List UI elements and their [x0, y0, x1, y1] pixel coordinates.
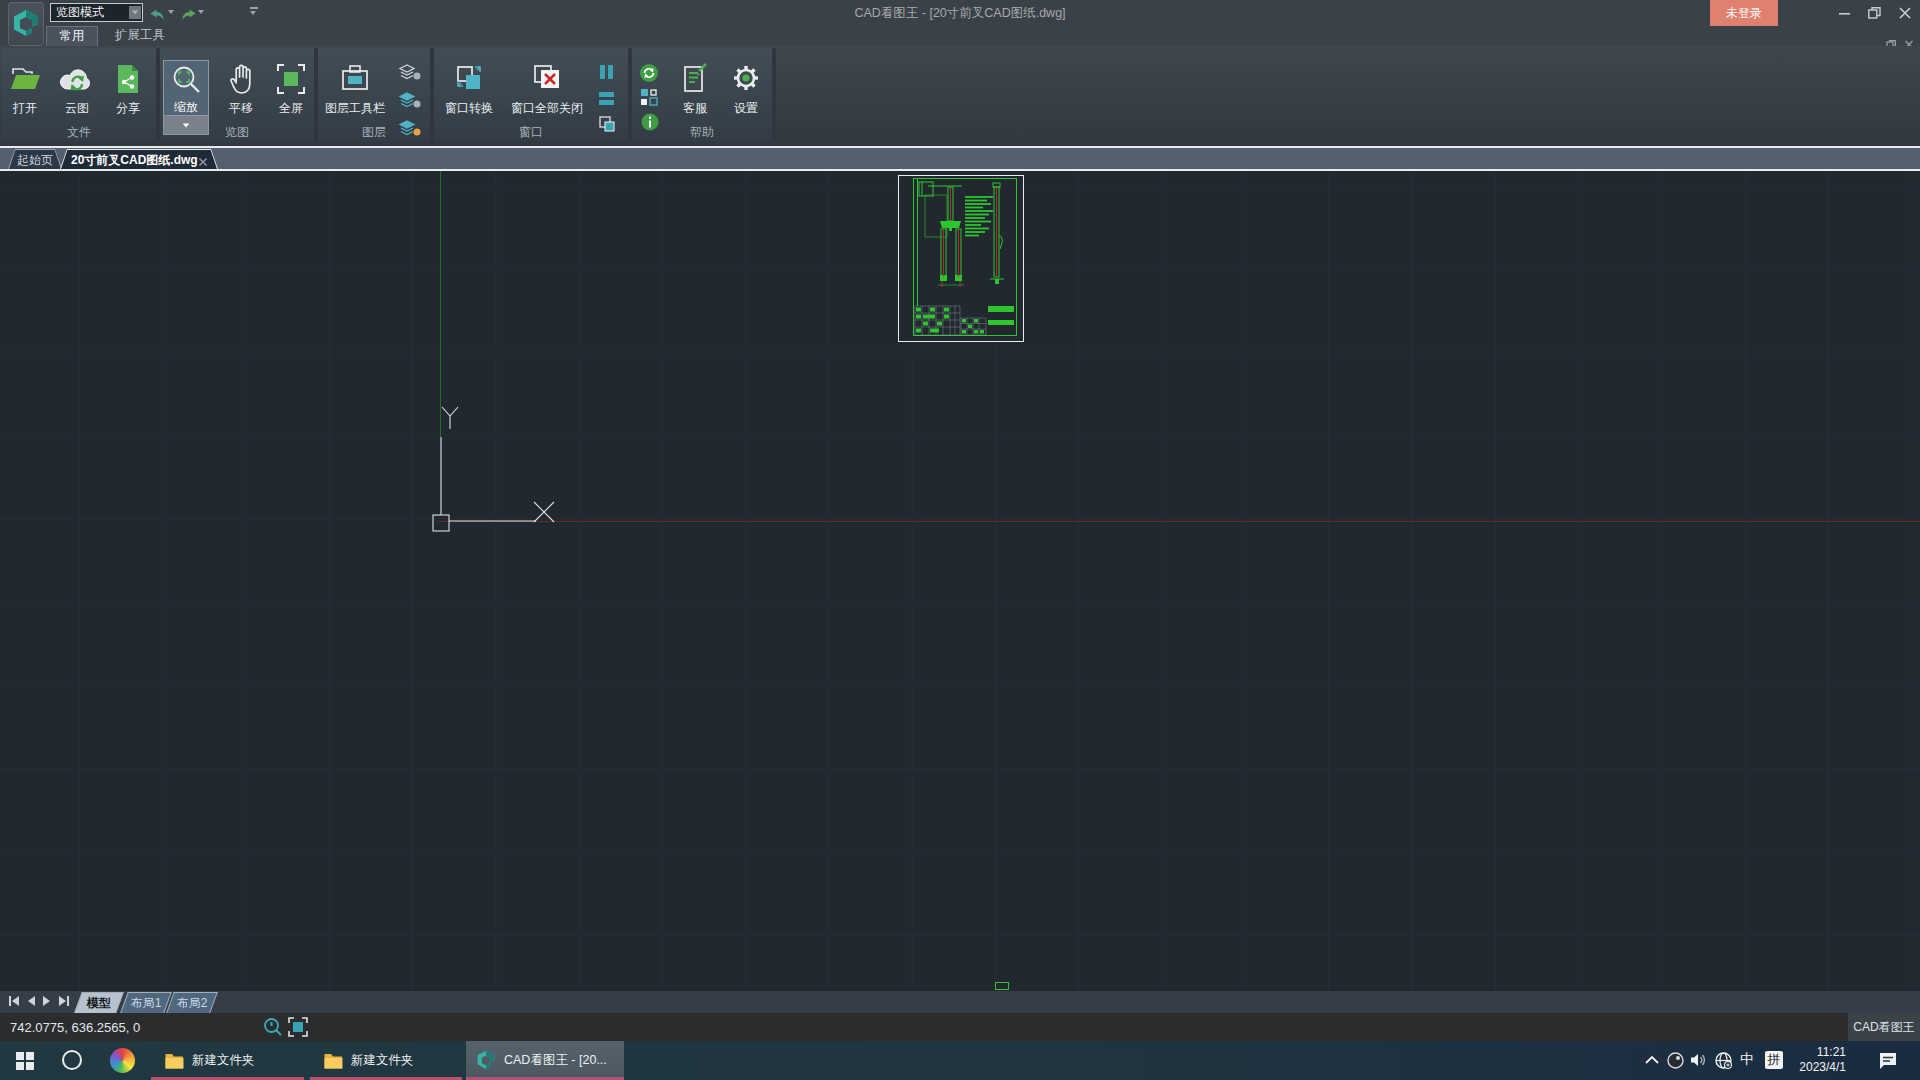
restore-button[interactable] — [1860, 0, 1889, 26]
layer-states-icon[interactable] — [398, 62, 422, 86]
tray-network-icon[interactable] — [1715, 1052, 1732, 1069]
window-close-all-icon — [503, 62, 591, 96]
tray-volume-icon[interactable] — [1690, 1052, 1708, 1068]
close-button[interactable] — [1890, 0, 1919, 26]
layout-nav — [8, 994, 70, 1008]
ribbon-group-view: 缩放 平移 全屏 览图 — [160, 48, 314, 142]
nav-last-icon[interactable] — [58, 994, 70, 1008]
ribbon-tab-extended[interactable]: 扩展工具 — [104, 26, 176, 46]
app-logo[interactable] — [8, 2, 44, 46]
ime-language-indicator[interactable]: 中 — [1740, 1051, 1754, 1069]
layout-tab-model[interactable]: 模型 — [74, 992, 124, 1013]
ribbon-group-view-label: 览图 — [160, 124, 314, 141]
share-icon — [106, 62, 150, 96]
pan-hand-icon — [219, 62, 263, 96]
ucs-axis-marker — [400, 390, 570, 540]
nav-first-icon[interactable] — [8, 994, 20, 1008]
ribbon: 打开 云图 分享 文件 缩放 — [0, 46, 1920, 146]
layout-tab-bar: 模型 布局1 布局2 — [0, 991, 1920, 1013]
status-app-label: CAD看图王 — [1848, 1013, 1920, 1041]
doc-tab-drawing[interactable]: 20寸前叉CAD图纸.dwg — [60, 149, 218, 169]
app-title: CAD看图王 - [20寸前叉CAD图纸.dwg] — [0, 5, 1920, 22]
tray-app-icon[interactable] — [1667, 1052, 1684, 1069]
taskbar-folder1-button[interactable]: 新建文件夹 — [151, 1041, 304, 1080]
cloud-button[interactable]: 云图 — [55, 48, 99, 118]
fullscreen-icon — [269, 62, 313, 96]
check-update-icon[interactable] — [639, 63, 659, 87]
minimize-button[interactable] — [1830, 0, 1859, 26]
drawing-canvas[interactable] — [0, 171, 1920, 991]
zoom-icon — [164, 63, 208, 97]
ribbon-group-help: 客服 设置 帮助 — [632, 48, 772, 142]
ribbon-tab-common[interactable]: 常用 — [46, 26, 98, 46]
document-tab-bar: 起始页 20寸前叉CAD图纸.dwg — [0, 148, 1920, 169]
customer-service-button[interactable]: 客服 — [673, 48, 717, 118]
layer-toolbar-icon — [321, 62, 389, 96]
clock-time[interactable]: 11:21 — [1800, 1045, 1846, 1059]
ime-mode-indicator[interactable]: 拼 — [1765, 1051, 1783, 1069]
status-bar: 742.0775, 636.2565, 0 CAD看图王 — [0, 1013, 1920, 1041]
zoom-button[interactable]: 缩放 — [163, 60, 209, 134]
clock-date[interactable]: 2023/4/1 — [1790, 1060, 1846, 1074]
customer-service-icon — [673, 62, 717, 96]
ribbon-group-file-label: 文件 — [2, 124, 156, 141]
layout-tab-2[interactable]: 布局2 — [166, 992, 218, 1013]
ribbon-group-file: 打开 云图 分享 文件 — [2, 48, 156, 142]
zoom-tool-icon[interactable] — [263, 1017, 283, 1041]
folder-icon — [165, 1053, 184, 1069]
red-construction-line — [437, 521, 1920, 522]
layout-tab-1[interactable]: 布局1 — [120, 992, 172, 1013]
window-switch-button[interactable]: 窗口转换 — [437, 48, 501, 118]
start-button[interactable] — [16, 1052, 34, 1074]
settings-gear-icon — [724, 62, 768, 96]
nav-prev-icon[interactable] — [26, 994, 36, 1008]
ribbon-group-layer: 图层工具栏 图层 — [318, 48, 430, 142]
window-close-all-button[interactable]: 窗口全部关闭 — [503, 48, 591, 118]
ribbon-group-window: 窗口转换 窗口全部关闭 窗口 — [434, 48, 628, 142]
tile-vertical-icon[interactable] — [598, 64, 616, 84]
taskbar: 新建文件夹 新建文件夹 CAD看图王 - [20... — [0, 1041, 1920, 1080]
window-switch-icon — [437, 62, 501, 96]
title-bar: 览图模式 CAD看图王 - [20寸前叉CAD图纸.dwg] 未登录 — [0, 0, 1920, 26]
layer-properties-icon[interactable] — [398, 90, 422, 114]
cad-logo-icon — [12, 9, 40, 39]
doc-tab-start[interactable]: 起始页 — [8, 149, 62, 169]
taskbar-folder2-button[interactable]: 新建文件夹 — [310, 1041, 462, 1080]
selection-marker — [995, 982, 1009, 990]
notification-icon[interactable] — [1878, 1052, 1898, 1070]
ribbon-group-window-label: 窗口 — [434, 124, 628, 141]
drawing-preview — [898, 175, 1024, 342]
fit-view-icon[interactable] — [288, 1017, 308, 1041]
folder-icon — [324, 1053, 343, 1069]
share-button[interactable]: 分享 — [106, 48, 150, 118]
ribbon-tab-row: 常用 扩展工具 — [0, 26, 1920, 46]
fullscreen-button[interactable]: 全屏 — [269, 48, 313, 118]
open-folder-icon — [3, 62, 47, 96]
ribbon-group-help-label: 帮助 — [632, 124, 772, 141]
modules-icon[interactable] — [640, 88, 658, 110]
tile-horizontal-icon[interactable] — [598, 90, 616, 110]
tray-expand-icon[interactable] — [1645, 1055, 1659, 1065]
cloud-icon — [55, 62, 99, 96]
settings-button[interactable]: 设置 — [724, 48, 768, 118]
search-button[interactable] — [62, 1050, 82, 1070]
coordinates-display: 742.0775, 636.2565, 0 — [10, 1020, 140, 1035]
pan-button[interactable]: 平移 — [219, 48, 263, 118]
login-button[interactable]: 未登录 — [1710, 0, 1778, 26]
nav-next-icon[interactable] — [42, 994, 52, 1008]
taskbar-cad-button[interactable]: CAD看图王 - [20... — [466, 1041, 624, 1080]
browser-taskbar-icon[interactable] — [110, 1048, 135, 1073]
ribbon-group-layer-label: 图层 — [318, 124, 430, 141]
cad-logo-icon — [476, 1050, 496, 1071]
open-button[interactable]: 打开 — [3, 48, 47, 118]
layer-toolbar-button[interactable]: 图层工具栏 — [321, 48, 389, 118]
